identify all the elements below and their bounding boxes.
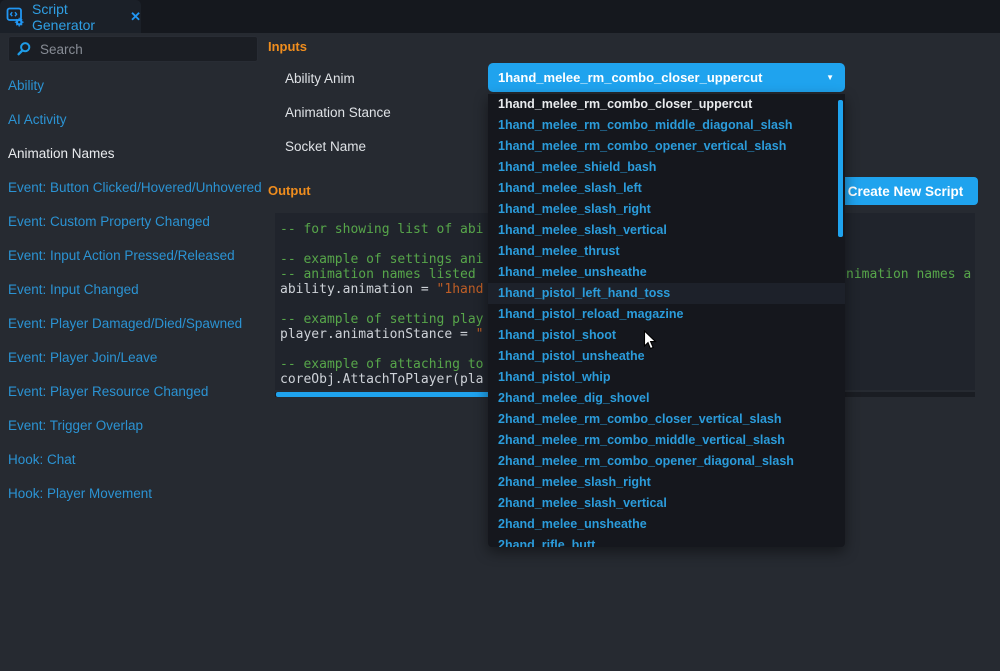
tab-title: Script Generator [32, 1, 123, 33]
sidebar-item[interactable]: Event: Player Resource Changed [0, 375, 262, 409]
dropdown-option[interactable]: 2hand_melee_rm_combo_opener_diagonal_sla… [488, 451, 845, 472]
dropdown-option[interactable]: 1hand_pistol_reload_magazine [488, 304, 845, 325]
dropdown-option[interactable]: 1hand_melee_slash_vertical [488, 220, 845, 241]
chevron-down-icon: ▼ [826, 63, 834, 92]
dropdown-option[interactable]: 1hand_pistol_unsheathe [488, 346, 845, 367]
dropdown-option[interactable]: 1hand_melee_rm_combo_closer_uppercut [488, 94, 845, 115]
dropdown-option[interactable]: 1hand_melee_rm_combo_opener_vertical_sla… [488, 136, 845, 157]
ability-anim-options-list: 1hand_melee_rm_combo_closer_uppercut1han… [488, 94, 845, 547]
dropdown-option[interactable]: 2hand_melee_slash_vertical [488, 493, 845, 514]
content-area: AbilityAI ActivityAnimation NamesEvent: … [0, 33, 1000, 671]
ability-anim-dropdown[interactable]: 1hand_melee_rm_combo_closer_uppercut ▼ [488, 63, 845, 92]
dropdown-option[interactable]: 2hand_melee_rm_combo_middle_vertical_sla… [488, 430, 845, 451]
sidebar-item[interactable]: Event: Player Damaged/Died/Spawned [0, 307, 262, 341]
dropdown-option[interactable]: 1hand_melee_rm_combo_middle_diagonal_sla… [488, 115, 845, 136]
mouse-cursor [643, 330, 658, 351]
dropdown-option[interactable]: 1hand_melee_unsheathe [488, 262, 845, 283]
dropdown-option[interactable]: 2hand_melee_dig_shovel [488, 388, 845, 409]
dropdown-option[interactable]: 1hand_melee_slash_right [488, 199, 845, 220]
output-section-label: Output [268, 183, 311, 198]
sidebar-item[interactable]: Event: Custom Property Changed [0, 205, 262, 239]
sidebar-item[interactable]: Event: Input Changed [0, 273, 262, 307]
sidebar-item[interactable]: Hook: Chat [0, 443, 262, 477]
dropdown-option[interactable]: 1hand_melee_slash_left [488, 178, 845, 199]
search-icon [16, 41, 32, 57]
sidebar-item[interactable]: Event: Player Join/Leave [0, 341, 262, 375]
dropdown-option[interactable]: 2hand_rifle_butt [488, 535, 845, 547]
field-label-animation-stance: Animation Stance [285, 105, 391, 120]
sidebar-item[interactable]: Animation Names [0, 137, 262, 171]
dropdown-selected-value: 1hand_melee_rm_combo_closer_uppercut [498, 70, 762, 85]
dropdown-scrollbar-thumb[interactable] [838, 100, 843, 237]
tab-close-icon[interactable]: ✕ [130, 9, 141, 25]
tab-script-generator[interactable]: Script Generator ✕ [0, 0, 141, 33]
search-input[interactable] [38, 41, 238, 58]
inputs-section-label: Inputs [268, 39, 307, 54]
code-lines: -- for showing list of abi -- example of… [280, 222, 484, 387]
dropdown-option[interactable]: 1hand_melee_shield_bash [488, 157, 845, 178]
dropdown-option[interactable]: 1hand_pistol_shoot [488, 325, 845, 346]
sidebar-item[interactable]: AI Activity [0, 103, 262, 137]
code-right-fragment: nimation names a [846, 267, 971, 282]
sidebar-item[interactable]: Event: Button Clicked/Hovered/Unhovered [0, 171, 262, 205]
sidebar-list: AbilityAI ActivityAnimation NamesEvent: … [0, 69, 262, 511]
dropdown-option[interactable]: 2hand_melee_rm_combo_closer_vertical_sla… [488, 409, 845, 430]
tab-bar: Script Generator ✕ [0, 0, 1000, 33]
options-container: 1hand_melee_rm_combo_closer_uppercut1han… [488, 94, 845, 547]
dropdown-option[interactable]: 2hand_melee_unsheathe [488, 514, 845, 535]
script-generator-window: Script Generator ✕ AbilityAI ActivityAni… [0, 0, 1000, 671]
sidebar-item[interactable]: Hook: Player Movement [0, 477, 262, 511]
sidebar-item[interactable]: Event: Input Action Pressed/Released [0, 239, 262, 273]
dropdown-option[interactable]: 1hand_pistol_whip [488, 367, 845, 388]
dropdown-option[interactable]: 1hand_melee_thrust [488, 241, 845, 262]
create-new-script-button[interactable]: Create New Script [833, 177, 978, 205]
field-label-ability-anim: Ability Anim [285, 71, 355, 86]
search-box[interactable] [8, 36, 258, 62]
dropdown-option[interactable]: 2hand_melee_slash_right [488, 472, 845, 493]
sidebar-item[interactable]: Ability [0, 69, 262, 103]
sidebar-item[interactable]: Event: Trigger Overlap [0, 409, 262, 443]
dropdown-option[interactable]: 1hand_pistol_left_hand_toss [488, 283, 845, 304]
field-label-socket-name: Socket Name [285, 139, 366, 154]
script-generator-icon [6, 6, 26, 27]
